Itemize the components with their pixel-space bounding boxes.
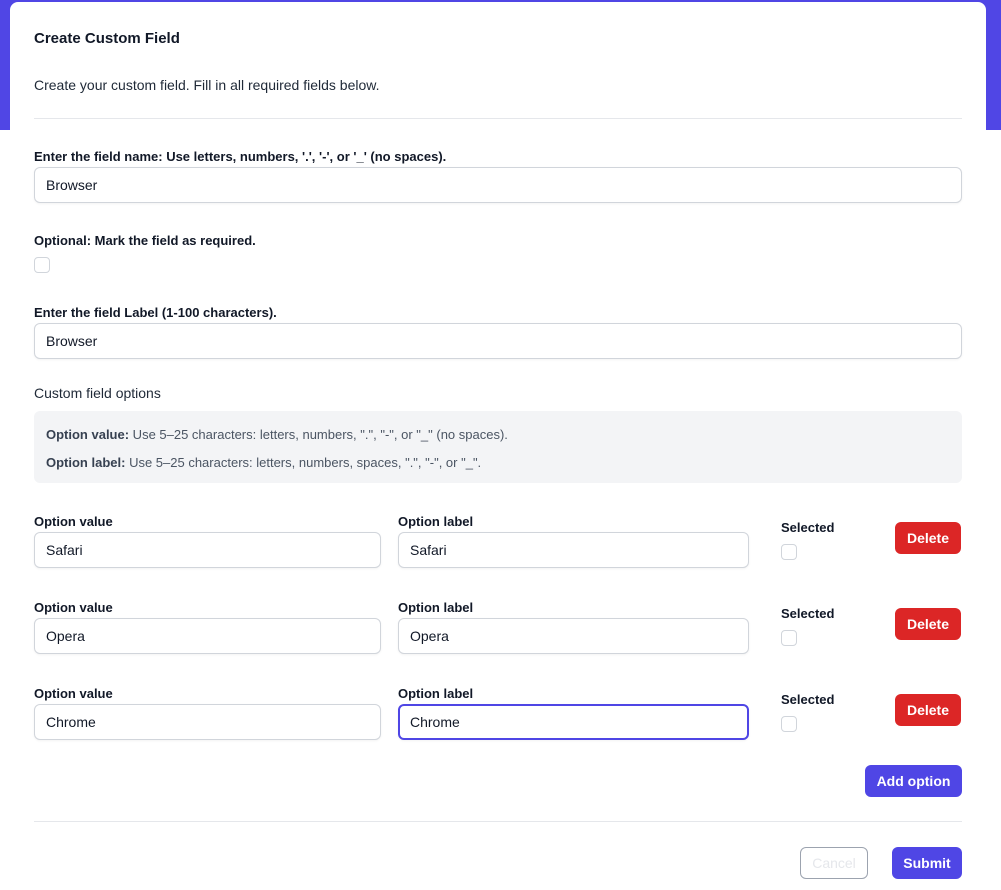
create-custom-field-modal: Create Custom Field Create your custom f… (10, 2, 986, 890)
option-value-header: Option value (34, 686, 113, 701)
option-label-input[interactable] (398, 618, 749, 654)
option-label-header: Option label (398, 514, 474, 529)
selected-header: Selected (781, 520, 835, 535)
option-value-input[interactable] (34, 532, 381, 568)
delete-option-button[interactable]: Delete (895, 608, 961, 640)
field-name-label: Enter the field name: Use letters, numbe… (34, 149, 447, 164)
field-name-input[interactable] (34, 167, 962, 203)
option-value-hint-key: Option value: (46, 427, 130, 442)
add-option-button[interactable]: Add option (865, 765, 962, 797)
delete-option-button[interactable]: Delete (895, 694, 961, 726)
option-label-hint: Option label: Use 5–25 characters: lette… (46, 455, 481, 470)
option-value-input[interactable] (34, 618, 381, 654)
footer-divider (34, 821, 962, 822)
option-value-input[interactable] (34, 704, 381, 740)
option-label-hint-key: Option label: (46, 455, 126, 470)
modal-title: Create Custom Field (34, 30, 180, 47)
options-info-box: Option value: Use 5–25 characters: lette… (34, 411, 962, 483)
option-selected-checkbox[interactable] (781, 630, 797, 646)
option-value-hint-text: Use 5–25 characters: letters, numbers, "… (129, 427, 508, 442)
option-label-input[interactable] (398, 704, 749, 740)
delete-option-button[interactable]: Delete (895, 522, 961, 554)
option-selected-checkbox[interactable] (781, 716, 797, 732)
submit-button[interactable]: Submit (892, 847, 962, 879)
field-label-label: Enter the field Label (1-100 characters)… (34, 305, 277, 320)
cancel-button[interactable]: Cancel (800, 847, 868, 879)
option-label-input[interactable] (398, 532, 749, 568)
custom-field-options-label: Custom field options (34, 385, 161, 401)
field-label-input[interactable] (34, 323, 962, 359)
option-value-header: Option value (34, 514, 113, 529)
required-label: Optional: Mark the field as required. (34, 233, 256, 248)
option-value-hint: Option value: Use 5–25 characters: lette… (46, 427, 508, 442)
required-checkbox[interactable] (34, 257, 50, 273)
header-divider (34, 118, 962, 119)
selected-header: Selected (781, 606, 835, 621)
selected-header: Selected (781, 692, 835, 707)
option-value-header: Option value (34, 600, 113, 615)
option-selected-checkbox[interactable] (781, 544, 797, 560)
option-label-header: Option label (398, 600, 474, 615)
modal-subtitle: Create your custom field. Fill in all re… (34, 77, 380, 93)
option-label-header: Option label (398, 686, 474, 701)
option-label-hint-text: Use 5–25 characters: letters, numbers, s… (125, 455, 482, 470)
